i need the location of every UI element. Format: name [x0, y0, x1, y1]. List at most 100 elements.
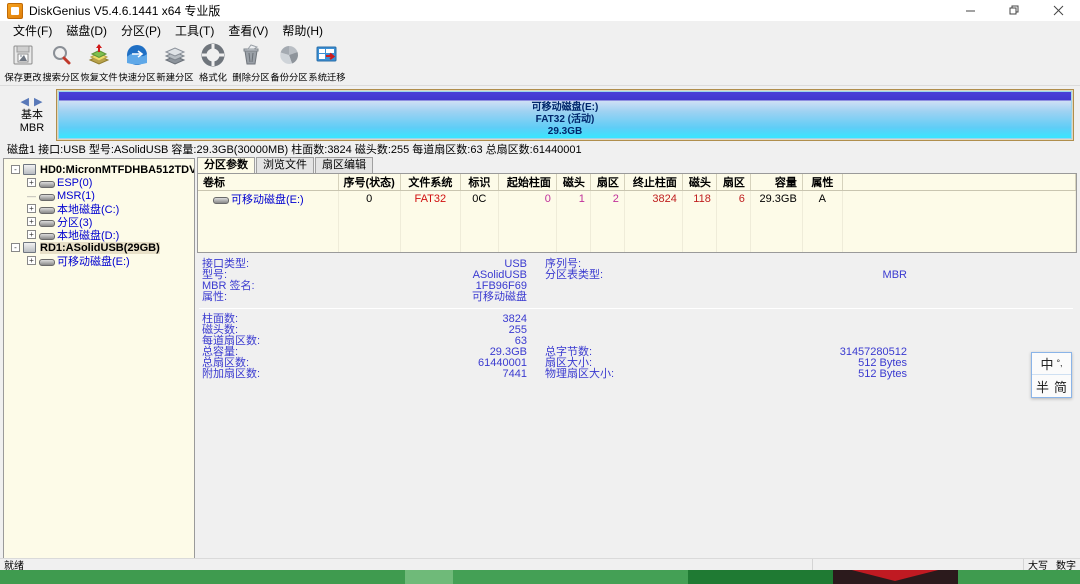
- detail-label: 分区表类型:: [545, 269, 604, 281]
- backup-partition-label: 备份分区: [270, 73, 308, 84]
- cell-start-sector: 2: [590, 190, 625, 207]
- expander-icon[interactable]: +: [27, 204, 36, 213]
- col-flag[interactable]: 标识: [460, 174, 499, 191]
- tab-partition-params[interactable]: 分区参数: [197, 157, 255, 173]
- tree-item-label: HD0:MicronMTFDHBA512TDV(477GB): [40, 163, 194, 176]
- system-migration-icon: [314, 42, 340, 68]
- menu-view[interactable]: 查看(V): [221, 23, 275, 40]
- col-index[interactable]: 序号(状态): [338, 174, 401, 191]
- device-tree[interactable]: - HD0:MicronMTFDHBA512TDV(477GB) + ESP(0…: [3, 158, 195, 562]
- tree-item-local-d[interactable]: + 本地磁盘(D:): [7, 228, 194, 242]
- bg-band-2: [405, 570, 453, 584]
- ime-script-label: 简: [1054, 379, 1068, 395]
- menu-disk[interactable]: 磁盘(D): [59, 23, 114, 40]
- partition-block-e[interactable]: 可移动磁盘(E:) FAT32 (活动) 29.3GB: [58, 91, 1072, 139]
- ime-indicator[interactable]: 中 °, 半 简: [1031, 352, 1072, 398]
- quick-partition-icon: [124, 42, 150, 68]
- partition-block-fs: FAT32 (活动): [535, 113, 595, 125]
- col-end-sector[interactable]: 扇区: [716, 174, 751, 191]
- tab-sector-editor[interactable]: 扇区编辑: [315, 157, 373, 173]
- detail-row-extra-sectors: 附加扇区数: 7441 物理扇区大小: 512 Bytes: [197, 369, 1077, 380]
- main-area: - HD0:MicronMTFDHBA512TDV(477GB) + ESP(0…: [0, 157, 1080, 562]
- expander-icon[interactable]: +: [27, 178, 36, 187]
- detail-row-heads: 磁头数: 255: [197, 325, 1077, 336]
- menu-partition[interactable]: 分区(P): [114, 23, 168, 40]
- detail-label: 附加扇区数:: [202, 368, 261, 380]
- delete-partition-icon: [238, 42, 264, 68]
- status-separator: [812, 559, 813, 570]
- window-controls: [948, 0, 1080, 22]
- ime-width-row[interactable]: 半 简: [1032, 375, 1071, 397]
- detail-value: [677, 292, 907, 303]
- disk-info-line: 磁盘1 接口:USB 型号:ASolidUSB 容量:29.3GB(30000M…: [0, 142, 1080, 158]
- disk-nav-arrows[interactable]: ◀ ▶: [8, 96, 56, 108]
- cell-filesystem: FAT32: [400, 190, 461, 207]
- quick-partition-button[interactable]: 快速分区: [118, 40, 156, 84]
- col-start-cylinder[interactable]: 起始柱面: [498, 174, 557, 191]
- col-capacity[interactable]: 容量: [750, 174, 803, 191]
- menu-help[interactable]: 帮助(H): [275, 23, 330, 40]
- detail-value: MBR: [882, 269, 907, 281]
- save-changes-button[interactable]: 保存更改: [4, 40, 42, 84]
- format-icon: [200, 42, 226, 68]
- tab-browse-files[interactable]: 浏览文件: [256, 157, 314, 173]
- partition-table: 卷标 序号(状态) 文件系统 标识 起始柱面 磁头 扇区 终止柱面 磁头 扇区 …: [197, 173, 1077, 253]
- detail-row-mbr-signature: MBR 签名: 1FB96F69: [197, 281, 1077, 292]
- close-button[interactable]: [1036, 0, 1080, 22]
- detail-value: [677, 325, 907, 336]
- format-button[interactable]: 格式化: [194, 40, 232, 84]
- save-changes-icon: [10, 42, 36, 68]
- detail-row-model: 型号: ASolidUSB 分区表类型: MBR: [197, 270, 1077, 281]
- tab-strip: 分区参数 浏览文件 扇区编辑: [197, 157, 1077, 173]
- cell-volume: 可移动磁盘(E:): [198, 190, 339, 207]
- tree-item-esp[interactable]: + ESP(0): [7, 176, 194, 189]
- disk-type-basic: 基本: [21, 108, 43, 121]
- ime-mode-row[interactable]: 中 °,: [1032, 353, 1071, 375]
- partition-icon: [39, 231, 55, 240]
- delete-partition-button[interactable]: 删除分区: [232, 40, 270, 84]
- backup-partition-button[interactable]: 备份分区: [270, 40, 308, 84]
- minimize-button[interactable]: [948, 0, 992, 22]
- menu-tools[interactable]: 工具(T): [168, 23, 221, 40]
- partition-icon: [39, 179, 55, 188]
- recover-files-button[interactable]: 恢复文件: [80, 40, 118, 84]
- detail-value: 可移动磁盘: [472, 291, 527, 303]
- partition-icon: [39, 192, 55, 201]
- col-start-head[interactable]: 磁头: [556, 174, 591, 191]
- detail-value: 512 Bytes: [858, 368, 907, 380]
- tree-item-removable-e[interactable]: + 可移动磁盘(E:): [7, 254, 194, 268]
- menu-file[interactable]: 文件(F): [6, 23, 59, 40]
- col-volume[interactable]: 卷标: [198, 174, 339, 191]
- expander-icon[interactable]: -: [11, 243, 20, 252]
- expander-icon[interactable]: +: [27, 230, 36, 239]
- expander-icon[interactable]: -: [11, 165, 20, 174]
- toolbar: 保存更改 搜索分区 恢复文件 快速分区 新建分区 格式化 删除分区 备份分区 系…: [0, 40, 1080, 86]
- restore-button[interactable]: [992, 0, 1036, 22]
- cell-volume-label: 可移动磁盘(E:): [231, 194, 304, 206]
- detail-label: [527, 292, 677, 303]
- table-header-row: 卷标 序号(状态) 文件系统 标识 起始柱面 磁头 扇区 终止柱面 磁头 扇区 …: [198, 174, 1077, 191]
- col-end-head[interactable]: 磁头: [682, 174, 717, 191]
- system-migration-button[interactable]: 系统迁移: [308, 40, 346, 84]
- col-attribute[interactable]: 属性: [802, 174, 843, 191]
- cell-end-cylinder: 3824: [624, 190, 683, 207]
- new-partition-button[interactable]: 新建分区: [156, 40, 194, 84]
- expander-icon[interactable]: +: [27, 256, 36, 265]
- tree-item-local-c[interactable]: + 本地磁盘(C:): [7, 202, 194, 216]
- system-migration-label: 系统迁移: [308, 73, 346, 84]
- col-filesystem[interactable]: 文件系统: [400, 174, 461, 191]
- tree-item-hd0[interactable]: - HD0:MicronMTFDHBA512TDV(477GB): [7, 163, 194, 176]
- detail-row-interface: 接口类型: USB 序列号:: [197, 259, 1077, 270]
- table-row-empty: [198, 222, 1077, 237]
- col-start-sector[interactable]: 扇区: [590, 174, 625, 191]
- menu-bar: 文件(F) 磁盘(D) 分区(P) 工具(T) 查看(V) 帮助(H): [0, 22, 1080, 40]
- cell-filler: [842, 190, 1077, 207]
- detail-label: 物理扇区大小:: [545, 368, 615, 380]
- window-title: DiskGenius V5.4.6.1441 x64 专业版: [29, 4, 221, 18]
- detail-value: 7441: [502, 368, 527, 380]
- col-end-cylinder[interactable]: 终止柱面: [624, 174, 683, 191]
- format-label: 格式化: [199, 73, 227, 84]
- table-row[interactable]: 可移动磁盘(E:) 0 FAT32 0C 0 1 2 3824 118 6 29…: [198, 190, 1077, 207]
- search-partition-button[interactable]: 搜索分区: [42, 40, 80, 84]
- expander-icon[interactable]: +: [27, 217, 36, 226]
